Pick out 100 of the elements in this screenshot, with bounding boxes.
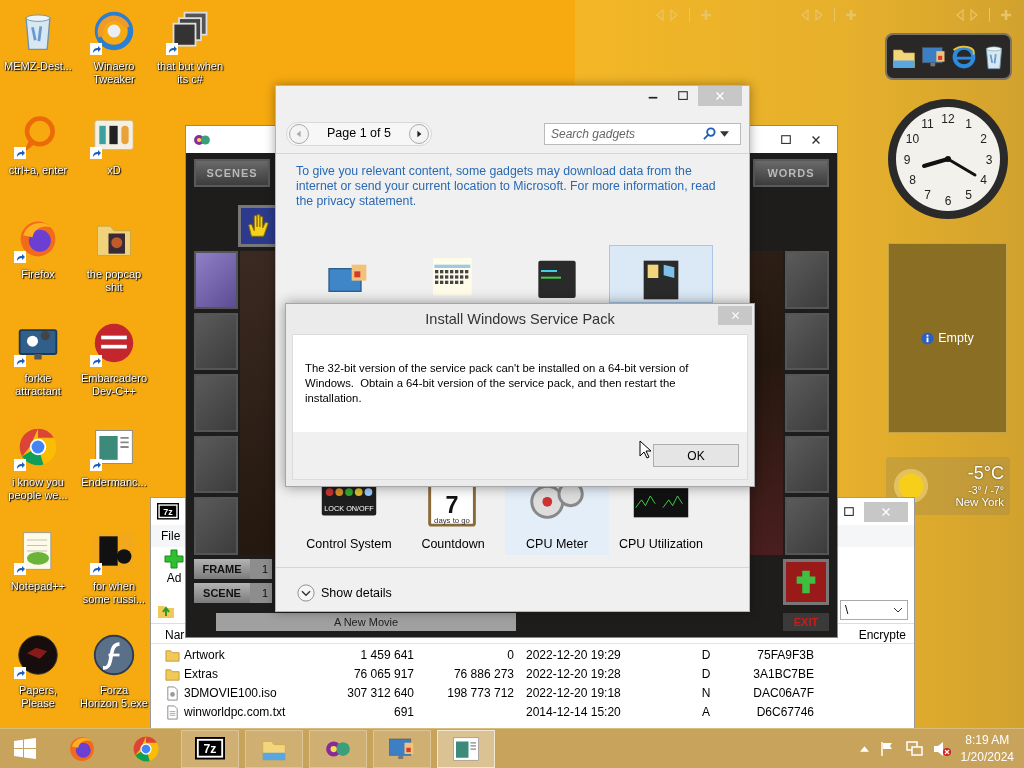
ok-button[interactable]: OK (653, 444, 739, 467)
packed-size-cell: 198 773 712 (447, 686, 514, 700)
plus-icon (164, 549, 184, 569)
attributes-cell-text: A (701, 704, 711, 721)
file-name[interactable]: Artwork (184, 646, 225, 665)
figure-button[interactable] (783, 559, 829, 605)
empty-slot (785, 435, 829, 494)
empty-message: Empty (938, 329, 974, 347)
search-input[interactable]: Search gadgets (549, 124, 699, 143)
show-details-button[interactable]: Show details (297, 575, 392, 611)
folder-icon (165, 667, 180, 682)
file-name[interactable]: 3DMOVIE100.iso (184, 684, 277, 703)
file-name[interactable]: winworldpc.com.txt (184, 703, 286, 722)
hand-tool-button[interactable] (238, 205, 278, 247)
modified-cell-text: 2022-12-20 19:28 (525, 666, 622, 683)
archive-logo-icon: 7z (157, 503, 179, 520)
counter-label: SCENE (194, 583, 250, 603)
empty-slot (785, 251, 829, 309)
gadget-name: CPU Utilization (618, 535, 704, 553)
taskbar-button[interactable] (437, 729, 495, 768)
add-button[interactable]: Ad (159, 549, 189, 595)
flag-icon[interactable] (878, 740, 895, 757)
crc-cell-text: 3A1BC7BE (752, 666, 814, 683)
clock-date[interactable]: 1/20/2024 (960, 748, 1014, 766)
close-icon (714, 90, 726, 102)
gadget-tile[interactable] (609, 244, 713, 303)
crc-cell-text: 75FA9F3B (756, 647, 814, 664)
next-icon (414, 129, 423, 138)
round-logo-icon[interactable] (16, 633, 60, 677)
counter-value: 1 (250, 559, 272, 579)
taskbar-button[interactable] (373, 729, 431, 768)
desktop-icon-label[interactable]: ctrl+a, enter (4, 164, 72, 177)
path-dropdown[interactable]: \ (840, 600, 908, 620)
maximize-icon (677, 90, 689, 102)
text-file-icon (165, 705, 180, 720)
search-icon (703, 127, 716, 141)
folder-icon (165, 648, 180, 663)
column-header[interactable]: Encrypte (858, 626, 906, 643)
maximize-icon (780, 133, 792, 146)
chevron-down-icon (297, 584, 315, 603)
search-field[interactable]: Search gadgets (544, 122, 741, 145)
size-cell-text: 691 (392, 704, 414, 721)
dialog-message: The 32-bit version of the service pack can't be installed on a 64-bit version of Windows. Obtain a 64-bit version of the service pack, and then restart the installation. (293, 335, 747, 432)
info-icon (921, 331, 935, 345)
size-cell-text: 76 065 917 (352, 666, 414, 683)
empty-slot (785, 497, 829, 555)
modified-cell-text: 2014-12-14 15:20 (525, 704, 622, 721)
character-thumbnail[interactable] (194, 251, 238, 309)
page-indicator: Page 1 of 5 (327, 125, 391, 143)
taskbar-button[interactable] (309, 729, 367, 768)
category-button[interactable]: WORDS (753, 159, 829, 187)
taskbar-button[interactable]: 7z (181, 729, 239, 768)
network-icon[interactable] (904, 740, 923, 757)
desktop-icon-label[interactable]: Forza Horizon 5.exe (80, 684, 148, 710)
counter-label: FRAME (194, 559, 250, 579)
exit-button[interactable]: EXIT (783, 613, 829, 631)
empty-slot (785, 312, 829, 371)
packed-size-cell: 76 886 273 (453, 667, 514, 681)
empty-slot (194, 312, 238, 371)
next-page-button[interactable] (408, 123, 429, 144)
disc-file-icon (165, 686, 180, 701)
empty-slot (194, 497, 238, 555)
modified-cell-text: 2022-12-20 19:29 (525, 647, 622, 664)
swirl-icon[interactable] (92, 9, 136, 53)
crc-cell-text: D6C67746 (755, 704, 814, 721)
chevron-down-icon (893, 607, 903, 613)
empty-slot (194, 435, 238, 494)
empty-slot (194, 374, 238, 432)
previous-page-button[interactable] (289, 123, 309, 144)
gadget-name: Countdown (421, 535, 485, 553)
gadget-name: Control System (306, 535, 392, 553)
clock-time[interactable]: 8:19 AM (960, 731, 1014, 749)
dialog-title: Install Windows Service Pack (424, 310, 616, 329)
packed-size-cell: 0 (507, 648, 514, 662)
crc-cell-text: DAC06A7F (752, 685, 814, 702)
previous-icon (295, 129, 303, 138)
empty-slot (785, 374, 829, 432)
column-header[interactable]: Nar (165, 626, 185, 643)
movie-title: A New Movie (216, 613, 516, 631)
gadget-name: CPU Meter (526, 535, 588, 553)
attributes-cell-text: D (700, 647, 712, 664)
round-logo-icon[interactable] (92, 633, 136, 677)
modified-cell-text: 2022-12-20 19:18 (525, 685, 622, 702)
cursor-icon (639, 440, 651, 460)
temperature: -5°C (967, 463, 1004, 484)
windows-logo-icon (13, 736, 37, 761)
close-icon (729, 310, 741, 321)
attributes-cell-text: N (700, 685, 712, 702)
caret-icon[interactable] (720, 130, 729, 137)
file-name[interactable]: Extras (184, 665, 218, 684)
maximize-icon (843, 505, 855, 518)
size-cell-text: 1 459 641 (359, 647, 414, 664)
size-cell-text: 307 312 640 (346, 685, 414, 702)
notice-text: To give you relevant content, some gadgets may download data from the internet or send your current location to Microsoft. For more information, read the privacy statement. (295, 162, 717, 209)
menu-item[interactable]: File (161, 527, 181, 545)
archive-logo-icon: 7z (195, 737, 225, 760)
category-button[interactable]: SCENES (194, 159, 270, 187)
city-name: New York (955, 495, 1004, 509)
chevron-up-icon[interactable] (859, 745, 869, 752)
muted-speaker-icon[interactable] (932, 740, 951, 757)
